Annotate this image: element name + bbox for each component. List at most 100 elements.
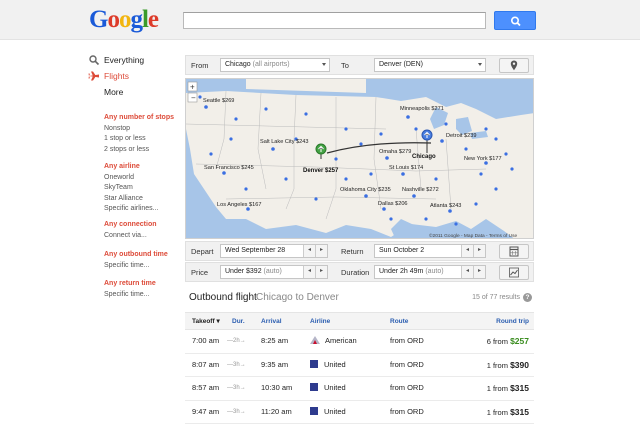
calendar-button[interactable] (499, 243, 529, 259)
filter-option[interactable]: Nonstop (104, 124, 174, 135)
map-pin-button[interactable] (499, 57, 529, 73)
airport-dot[interactable] (344, 177, 348, 181)
city-dot[interactable] (271, 147, 275, 151)
nav-item-more[interactable]: More (88, 86, 178, 102)
duration-value: Under 2h 49m (379, 268, 424, 275)
col-dur[interactable]: Dur. (232, 313, 245, 330)
table-row[interactable]: 8:07 am —3h→ 9:35 am United from ORD 1 from $… (185, 354, 534, 377)
filter-title[interactable]: Any outbound time (104, 250, 168, 261)
airport-dot[interactable] (314, 197, 318, 201)
airport-dot[interactable] (414, 127, 418, 131)
table-row[interactable]: 7:00 am —2h→ 8:25 am American from ORD 6 from… (185, 330, 534, 354)
city-dot[interactable] (440, 139, 444, 143)
flight-map[interactable]: Seattle $269 Minneapolis $271 Salt Lake Ci… (185, 78, 534, 239)
city-label: Nashville $272 (402, 187, 439, 193)
depart-date-field[interactable]: Wed September 28 ◂ ▸ (220, 244, 328, 258)
airport-dot[interactable] (474, 202, 478, 206)
filter-option[interactable]: Specific time... (104, 290, 156, 301)
airport-dot[interactable] (434, 177, 438, 181)
filter-option[interactable]: Connect via... (104, 231, 157, 242)
table-row[interactable]: 8:57 am —3h→ 10:30 am United from ORD 1 from … (185, 377, 534, 401)
airport-dot[interactable] (484, 127, 488, 131)
city-dot[interactable] (222, 171, 226, 175)
airport-dot[interactable] (379, 132, 383, 136)
airport-dot[interactable] (494, 137, 498, 141)
filter-title[interactable]: Any number of stops (104, 113, 174, 124)
airport-dot[interactable] (284, 177, 288, 181)
col-takeoff[interactable]: Takeoff ▾ (192, 313, 220, 330)
filter-option[interactable]: Oneworld (104, 173, 158, 184)
airport-dot[interactable] (504, 152, 508, 156)
help-icon[interactable]: ? (523, 293, 532, 302)
table-row[interactable]: 9:47 am —3h→ 11:20 am United from ORD 1 from … (185, 401, 534, 424)
filter-title[interactable]: Any airline (104, 162, 158, 173)
zoom-control[interactable]: + − (187, 81, 198, 103)
google-logo[interactable]: Google (89, 6, 159, 34)
airport-dot[interactable] (209, 152, 213, 156)
nav-item-flights[interactable]: Flights (88, 70, 178, 86)
airport-dot[interactable] (198, 95, 202, 99)
airport-dot[interactable] (244, 187, 248, 191)
depart-stepper[interactable]: ◂ ▸ (303, 245, 327, 257)
airport-dot[interactable] (444, 122, 448, 126)
to-select[interactable]: Denver (DEN) (374, 58, 486, 72)
return-date-field[interactable]: Sun October 2 ◂ ▸ (374, 244, 486, 258)
col-arrival[interactable]: Arrival (261, 313, 282, 330)
search-button[interactable] (494, 11, 536, 30)
depart-label: Depart (191, 247, 214, 256)
duration-field[interactable]: Under 2h 49m (auto) ◂ ▸ (374, 265, 486, 279)
route: from ORD (390, 359, 424, 369)
city-dot[interactable] (385, 156, 389, 160)
filter-title[interactable]: Any return time (104, 279, 156, 290)
airport-dot[interactable] (494, 187, 498, 191)
airport-dot[interactable] (344, 127, 348, 131)
results-route: Chicago to Denver (256, 292, 339, 303)
filter-group: Any outbound time Specific time... (104, 250, 168, 271)
nav-label: Everything (104, 55, 145, 65)
city-dot[interactable] (412, 194, 416, 198)
col-round-trip[interactable]: Round trip (496, 313, 529, 330)
map-pin-icon (510, 60, 518, 70)
round-trip-price: 6 from $257 (486, 336, 529, 346)
col-airline[interactable]: Airline (310, 313, 330, 330)
arrival-time: 8:25 am (261, 336, 289, 345)
airport-dot[interactable] (334, 157, 338, 161)
city-dot[interactable] (364, 194, 368, 198)
filter-option[interactable]: Specific time... (104, 261, 168, 272)
city-dot[interactable] (406, 115, 410, 119)
airport-dot[interactable] (454, 222, 458, 226)
col-route[interactable]: Route (390, 313, 408, 330)
airport-dot[interactable] (369, 172, 373, 176)
search-input[interactable] (183, 12, 486, 29)
price-stepper[interactable]: ◂ ▸ (303, 266, 327, 278)
city-dot[interactable] (401, 172, 405, 176)
airport-dot[interactable] (304, 112, 308, 116)
airport-dot[interactable] (234, 117, 238, 121)
airport-dot[interactable] (510, 167, 514, 171)
chart-button[interactable] (499, 264, 529, 280)
filter-option[interactable]: SkyTeam (104, 183, 158, 194)
city-dot[interactable] (204, 105, 208, 109)
from-select[interactable]: Chicago (all airports) (220, 58, 330, 72)
filter-option[interactable]: Star Alliance (104, 194, 158, 205)
airport-dot[interactable] (389, 217, 393, 221)
airport-dot[interactable] (264, 107, 268, 111)
airport-dot[interactable] (464, 147, 468, 151)
airport-dot[interactable] (229, 137, 233, 141)
nav-item-everything[interactable]: Everything (88, 54, 178, 70)
filter-option[interactable]: 2 stops or less (104, 145, 174, 156)
filter-option[interactable]: 1 stop or less (104, 134, 174, 145)
city-dot[interactable] (448, 209, 452, 213)
city-dot[interactable] (382, 207, 386, 211)
city-label: Omaha $279 (379, 149, 411, 155)
duration-stepper[interactable]: ◂ ▸ (461, 266, 485, 278)
filter-title[interactable]: Any connection (104, 220, 157, 231)
return-stepper[interactable]: ◂ ▸ (461, 245, 485, 257)
airport-dot[interactable] (359, 142, 363, 146)
logo-letter: g (130, 6, 142, 33)
from-hint: (all airports) (252, 61, 290, 68)
price-field[interactable]: Under $392 (auto) ◂ ▸ (220, 265, 328, 279)
airport-dot[interactable] (424, 217, 428, 221)
filter-option[interactable]: Specific airlines... (104, 204, 158, 215)
airport-dot[interactable] (479, 172, 483, 176)
